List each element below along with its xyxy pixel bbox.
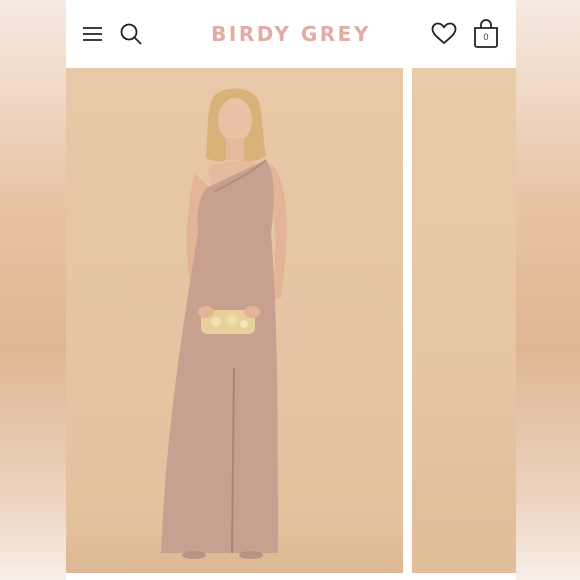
shopping-bag-icon[interactable]: 0 [473, 19, 499, 49]
product-image-main[interactable] [66, 68, 403, 573]
carousel-gap [403, 68, 412, 573]
heart-icon[interactable] [431, 21, 457, 47]
model-figure [161, 88, 287, 559]
bag-count-badge: 0 [483, 32, 489, 42]
top-header: BIRDY GREY 0 [66, 0, 516, 68]
blurred-background-right [516, 0, 580, 580]
product-image-next[interactable] [412, 68, 516, 573]
bottom-edge [66, 573, 516, 580]
app-screen: BIRDY GREY 0 [66, 0, 516, 580]
blurred-background-left [0, 0, 66, 580]
